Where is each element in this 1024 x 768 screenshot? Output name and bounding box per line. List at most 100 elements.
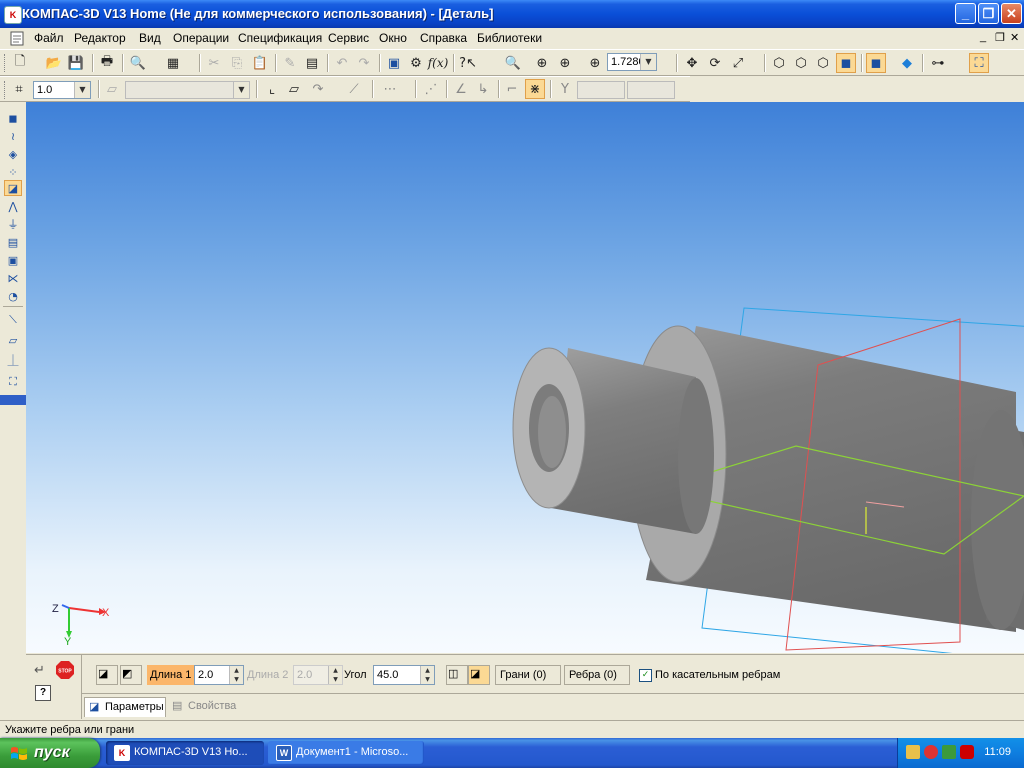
- edit-part-icon[interactable]: ◼: [4, 110, 22, 126]
- fillet-icon[interactable]: ⌐: [502, 79, 522, 99]
- variables-icon[interactable]: ⚙: [406, 53, 426, 73]
- flip-direction-icon[interactable]: ◫: [446, 665, 468, 685]
- tray-app-icon[interactable]: [906, 745, 920, 759]
- network-icon[interactable]: [942, 745, 956, 759]
- undo-icon[interactable]: ↶: [332, 53, 352, 73]
- chamfer-type-1-icon[interactable]: ◪: [96, 665, 118, 685]
- stop-icon[interactable]: STOP: [56, 661, 74, 679]
- pan-icon[interactable]: ✥: [682, 53, 702, 73]
- angle-input[interactable]: 45.0 ▲ ▼: [373, 665, 435, 685]
- kompas-app-icon[interactable]: K: [4, 6, 22, 24]
- angle-snap-icon[interactable]: ∠: [451, 79, 471, 99]
- ortho-icon[interactable]: ⋰: [421, 79, 441, 99]
- help-pointer-icon[interactable]: ?↖: [458, 53, 478, 73]
- tab-properties[interactable]: ▤ Свойства: [168, 697, 244, 717]
- arrays-icon[interactable]: ⁘: [4, 164, 22, 180]
- taskbar-item-word[interactable]: W Документ1 - Microso...: [268, 741, 424, 765]
- taskbar-item-kompas[interactable]: K КОМПАС-3D V13 Ho...: [106, 741, 264, 765]
- print-preview-icon[interactable]: 🔍: [128, 53, 148, 73]
- mdi-restore-button[interactable]: ❐: [995, 31, 1005, 44]
- antivirus-icon[interactable]: [960, 745, 974, 759]
- reports-icon[interactable]: ▣: [4, 252, 22, 268]
- help-icon[interactable]: ?: [35, 685, 51, 701]
- document-menu-icon[interactable]: [10, 30, 26, 46]
- sheet-metal-icon[interactable]: ◔: [4, 288, 22, 304]
- perspective-icon[interactable]: ◆: [897, 53, 917, 73]
- menu-edit[interactable]: Редактор: [74, 31, 126, 45]
- constraints-icon[interactable]: ⋉: [4, 270, 22, 286]
- filter-icon[interactable]: ⊶: [928, 53, 948, 73]
- axis-point-icon[interactable]: ⏊: [4, 352, 22, 368]
- measure-icon[interactable]: ⏚: [4, 216, 22, 232]
- security-alert-icon[interactable]: [924, 745, 938, 759]
- edges-count[interactable]: Ребра (0): [564, 665, 630, 685]
- model-viewport[interactable]: X Y Z: [26, 102, 1024, 653]
- chevron-down-icon[interactable]: ▼: [74, 82, 90, 98]
- menu-help[interactable]: Справка: [420, 31, 467, 45]
- tab-parameters[interactable]: ◪ Параметры: [84, 697, 166, 717]
- maximize-button[interactable]: ❐: [978, 3, 999, 24]
- paste-icon[interactable]: 📋: [250, 53, 270, 73]
- zoom-all-icon[interactable]: ⊕: [555, 53, 575, 73]
- function-icon[interactable]: f(x): [428, 53, 449, 73]
- close-button[interactable]: ✕: [1001, 3, 1022, 24]
- length2-input[interactable]: 2.0 ▲ ▼: [293, 665, 343, 685]
- style-field[interactable]: ▼: [125, 81, 250, 99]
- copy-icon[interactable]: ⎘: [227, 53, 247, 73]
- orientation2-icon[interactable]: ↷: [308, 79, 328, 99]
- menu-file[interactable]: Файл: [34, 31, 64, 45]
- chevron-down-icon[interactable]: ▼: [640, 54, 656, 70]
- save-icon[interactable]: 💾: [66, 53, 86, 73]
- x-coordinate-field[interactable]: [577, 81, 625, 99]
- angle-stepper[interactable]: ▲ ▼: [420, 666, 434, 684]
- specification-icon[interactable]: ▤: [4, 234, 22, 250]
- layer-icon[interactable]: ▱: [102, 79, 122, 99]
- menu-view[interactable]: Вид: [139, 31, 161, 45]
- dimensions-icon[interactable]: ⋀: [4, 198, 22, 214]
- zoom-window-icon[interactable]: 🔍: [503, 53, 523, 73]
- hidden-thin-icon[interactable]: ⬡: [813, 53, 833, 73]
- manager-icon[interactable]: ▦: [163, 53, 183, 73]
- redo-icon[interactable]: ↷: [354, 53, 374, 73]
- xy-coordinates-icon[interactable]: Y: [555, 79, 575, 99]
- open-folder-icon[interactable]: 📂: [44, 53, 64, 73]
- tangent-checkbox[interactable]: ✓: [639, 669, 652, 682]
- chamfer-type-2-icon[interactable]: ◩: [120, 665, 142, 685]
- chamfer-mode-icon[interactable]: ◪: [468, 665, 490, 685]
- cut-icon[interactable]: ✂: [204, 53, 224, 73]
- print-icon[interactable]: 🖶: [97, 53, 117, 73]
- model-canvas[interactable]: X Y Z: [26, 102, 1024, 653]
- axis-icon[interactable]: ↳: [473, 79, 493, 99]
- hidden-lines-icon[interactable]: ⬡: [791, 53, 811, 73]
- coordinates-icon[interactable]: ⌗: [9, 79, 29, 99]
- menu-window[interactable]: Окно: [379, 31, 407, 45]
- menu-libraries[interactable]: Библиотеки: [477, 31, 542, 45]
- new-document-icon[interactable]: 🗋: [10, 53, 30, 73]
- plane-icon[interactable]: ▱: [284, 79, 304, 99]
- minimize-button[interactable]: _: [955, 3, 976, 24]
- plane-offset-icon[interactable]: ▱: [4, 332, 22, 348]
- tangent-label[interactable]: По касательным ребрам: [655, 669, 780, 681]
- length1-input[interactable]: 2.0 ▲ ▼: [194, 665, 244, 685]
- shaded-edges-icon[interactable]: ◼: [866, 53, 886, 73]
- sketch-icon[interactable]: ⟋: [344, 79, 364, 99]
- mdi-minimize-button[interactable]: _: [980, 31, 986, 43]
- zoom-value-field[interactable]: 1.7280 ▼: [607, 53, 657, 71]
- zoom-scale-icon[interactable]: ⊕: [585, 53, 605, 73]
- orientation-icon[interactable]: ⤢: [728, 53, 748, 73]
- mdi-close-button[interactable]: ✕: [1010, 31, 1019, 44]
- grid-icon[interactable]: ⋯: [380, 79, 400, 99]
- chevron-down-icon[interactable]: ▼: [233, 82, 249, 98]
- curves-icon[interactable]: ≀: [4, 128, 22, 144]
- back-arrow-icon[interactable]: ↵: [34, 663, 45, 678]
- step-field[interactable]: 1.0 ▼: [33, 81, 91, 99]
- menu-operations[interactable]: Операции: [173, 31, 229, 45]
- view-icon[interactable]: ⛶: [4, 374, 22, 390]
- fillet-chamfer-icon[interactable]: ◪: [4, 180, 22, 196]
- length2-stepper[interactable]: ▲ ▼: [328, 666, 342, 684]
- local-cs-icon[interactable]: ⌞: [262, 79, 282, 99]
- menu-specification[interactable]: Спецификация: [238, 31, 322, 45]
- tree-icon[interactable]: ▣: [384, 53, 404, 73]
- start-button[interactable]: пуск: [0, 738, 100, 768]
- shaded-icon[interactable]: ◼: [836, 53, 856, 73]
